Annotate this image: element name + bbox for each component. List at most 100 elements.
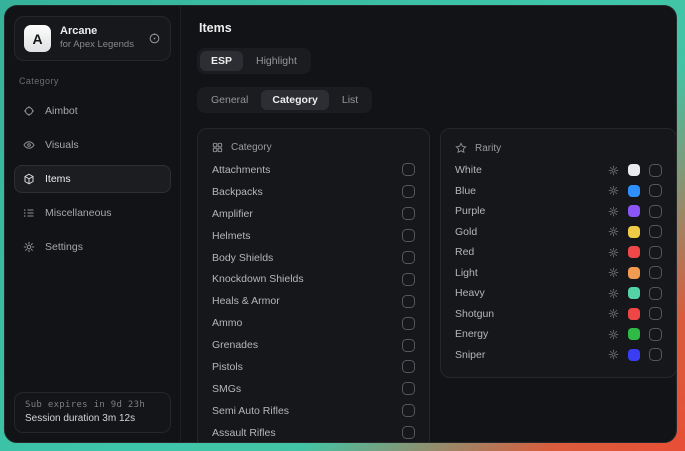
rarity-checkbox[interactable] [649,287,662,300]
rarity-color-swatch[interactable] [628,226,640,238]
category-row-label: Body Shields [212,252,273,264]
gear-icon[interactable] [608,247,619,258]
category-panel-title: Category [231,142,272,153]
category-checkbox[interactable] [402,273,415,286]
category-row: Body Shields [210,247,417,269]
category-checkbox[interactable] [402,382,415,395]
tab-general[interactable]: General [200,90,259,110]
rarity-row-controls [608,205,662,218]
rarity-checkbox[interactable] [649,184,662,197]
rarity-row-label: Blue [455,185,476,197]
rarity-row-label: Red [455,246,474,258]
rarity-color-swatch[interactable] [628,328,640,340]
category-row-label: Heals & Armor [212,295,280,307]
gear-icon[interactable] [608,329,619,340]
rarity-color-swatch[interactable] [628,205,640,217]
category-checkbox[interactable] [402,404,415,417]
category-checkbox[interactable] [402,426,415,439]
sidebar-item-visuals[interactable]: Visuals [14,131,171,159]
sidebar-item-label: Miscellaneous [45,207,112,219]
gear-icon[interactable] [608,349,619,360]
main-content: Items ESP Highlight General Category Lis… [181,6,676,442]
category-checkbox[interactable] [402,229,415,242]
rarity-checkbox[interactable] [649,307,662,320]
eye-icon [23,139,35,151]
rarity-panel: Rarity White [440,128,677,378]
sidebar-item-items[interactable]: Items [14,165,171,193]
category-panel: Category Attachments Backpacks Amplifier [197,128,430,443]
rarity-color-swatch[interactable] [628,349,640,361]
brand-text: Arcane for Apex Legends [60,25,139,51]
category-row-label: Attachments [212,164,270,176]
rarity-checkbox[interactable] [649,246,662,259]
category-row: Assault Rifles [210,422,417,443]
rarity-row: Blue [453,181,664,202]
sidebar-item-label: Settings [45,241,83,253]
category-checkbox[interactable] [402,207,415,220]
rarity-color-swatch[interactable] [628,246,640,258]
category-row-label: Ammo [212,317,242,329]
sidebar-item-miscellaneous[interactable]: Miscellaneous [14,199,171,227]
rarity-color-swatch[interactable] [628,287,640,299]
rarity-checkbox[interactable] [649,164,662,177]
rarity-checkbox[interactable] [649,328,662,341]
tab-category[interactable]: Category [261,90,329,110]
rarity-row-controls [608,287,662,300]
gear-icon[interactable] [608,165,619,176]
category-checkbox[interactable] [402,339,415,352]
gear-icon[interactable] [608,185,619,196]
app-window: A Arcane for Apex Legends Category Aimbo… [4,5,677,443]
rarity-list: White [453,160,664,365]
rarity-row-label: Heavy [455,287,485,299]
gear-icon[interactable] [608,308,619,319]
rarity-checkbox[interactable] [649,225,662,238]
rarity-row: Shotgun [453,304,664,325]
rarity-row: Sniper [453,345,664,366]
rarity-row-label: White [455,164,482,176]
desktop-background: { "app": { "logo_letter": "A", "name": "… [0,0,685,451]
rarity-checkbox[interactable] [649,266,662,279]
rarity-row-controls [608,266,662,279]
rarity-checkbox[interactable] [649,348,662,361]
category-checkbox[interactable] [402,251,415,264]
tab-list[interactable]: List [331,90,369,110]
category-row: Amplifier [210,203,417,225]
category-checkbox[interactable] [402,317,415,330]
sidebar-item-aimbot[interactable]: Aimbot [14,97,171,125]
gear-icon[interactable] [608,267,619,278]
rarity-row-controls [608,246,662,259]
target-icon[interactable] [148,32,161,45]
mode-toggle: ESP Highlight [197,48,311,74]
gear-icon[interactable] [608,226,619,237]
sidebar-item-label: Visuals [45,139,79,151]
rarity-color-swatch[interactable] [628,185,640,197]
gear-icon[interactable] [608,288,619,299]
app-name: Arcane [60,25,139,39]
category-row: Helmets [210,225,417,247]
rarity-color-swatch[interactable] [628,308,640,320]
sidebar-item-settings[interactable]: Settings [14,233,171,261]
category-checkbox[interactable] [402,163,415,176]
category-row: Attachments [210,159,417,181]
rarity-row-controls [608,328,662,341]
rarity-row-label: Sniper [455,349,485,361]
rarity-color-swatch[interactable] [628,164,640,176]
rarity-row: White [453,160,664,181]
rarity-color-swatch[interactable] [628,267,640,279]
rarity-row-controls [608,225,662,238]
category-row: Backpacks [210,181,417,203]
category-row: Semi Auto Rifles [210,400,417,422]
tab-bar: General Category List [197,87,372,113]
category-checkbox[interactable] [402,185,415,198]
category-checkbox[interactable] [402,360,415,373]
category-checkbox[interactable] [402,295,415,308]
mode-esp-button[interactable]: ESP [200,51,243,71]
rarity-panel-title: Rarity [475,143,501,154]
rarity-checkbox[interactable] [649,205,662,218]
sidebar-section-label: Category [19,76,166,86]
brand-card: A Arcane for Apex Legends [14,16,171,61]
mode-highlight-button[interactable]: Highlight [245,51,308,71]
category-row: Knockdown Shields [210,268,417,290]
gear-icon[interactable] [608,206,619,217]
star-icon [455,142,467,154]
